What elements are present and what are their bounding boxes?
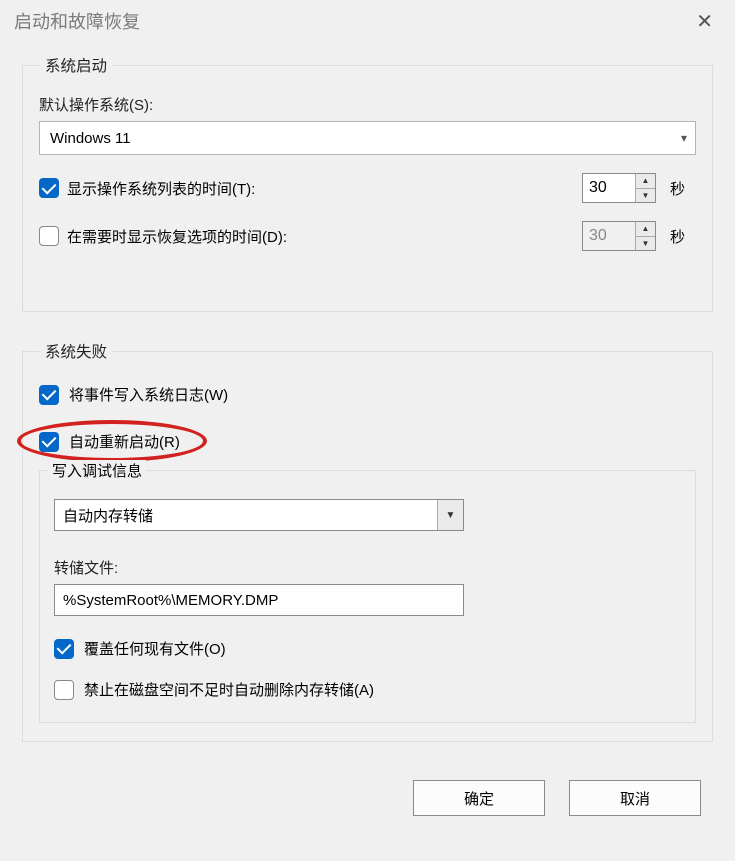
nodelete-checkbox[interactable] [54, 680, 74, 700]
system-failure-legend: 系统失败 [39, 340, 113, 362]
show-recovery-checkbox[interactable] [39, 226, 59, 246]
show-os-list-seconds-input[interactable] [583, 174, 635, 202]
show-recovery-label: 在需要时显示恢复选项的时间(D): [67, 226, 287, 247]
default-os-label: 默认操作系统(S): [39, 94, 696, 115]
dump-file-label: 转储文件: [54, 557, 681, 578]
auto-restart-checkbox[interactable] [39, 432, 59, 452]
chevron-down-icon: ▼ [437, 500, 463, 530]
spinner-up-icon: ▲ [636, 222, 655, 237]
close-icon[interactable]: ✕ [688, 5, 721, 38]
show-os-list-checkbox[interactable] [39, 178, 59, 198]
write-log-checkbox[interactable] [39, 385, 59, 405]
window-title: 启动和故障恢复 [14, 8, 140, 34]
default-os-value: Windows 11 [50, 130, 131, 147]
show-os-list-label: 显示操作系统列表的时间(T): [67, 178, 255, 199]
spinner-up-icon[interactable]: ▲ [636, 174, 655, 189]
chevron-down-icon: ▾ [681, 131, 687, 145]
show-recovery-seconds-input [583, 222, 635, 250]
overwrite-label: 覆盖任何现有文件(O) [84, 638, 226, 659]
system-startup-group: 系统启动 默认操作系统(S): Windows 11 ▾ 显示操作系统列表的时间… [22, 54, 713, 312]
dump-file-input[interactable]: %SystemRoot%\MEMORY.DMP [54, 584, 464, 616]
system-startup-legend: 系统启动 [39, 54, 113, 76]
titlebar: 启动和故障恢复 ✕ [0, 0, 735, 42]
show-os-list-seconds-spinner[interactable]: ▲ ▼ [582, 173, 656, 203]
overwrite-checkbox[interactable] [54, 639, 74, 659]
dump-file-value: %SystemRoot%\MEMORY.DMP [63, 592, 278, 609]
write-log-label: 将事件写入系统日志(W) [69, 384, 228, 405]
dump-type-value: 自动内存转储 [63, 505, 153, 526]
seconds-unit: 秒 [670, 178, 696, 199]
nodelete-label: 禁止在磁盘空间不足时自动删除内存转储(A) [84, 679, 374, 700]
ok-button[interactable]: 确定 [413, 780, 545, 816]
debug-info-subgroup: 写入调试信息 自动内存转储 ▼ 转储文件: %SystemRoot%\MEMOR… [39, 470, 696, 723]
cancel-button[interactable]: 取消 [569, 780, 701, 816]
default-os-select[interactable]: Windows 11 ▾ [39, 121, 696, 155]
spinner-down-icon[interactable]: ▼ [636, 189, 655, 203]
dump-type-select[interactable]: 自动内存转储 ▼ [54, 499, 464, 531]
system-failure-group: 系统失败 将事件写入系统日志(W) 自动重新启动(R) 写入调试信息 自动内存转… [22, 340, 713, 742]
spinner-down-icon: ▼ [636, 237, 655, 251]
auto-restart-label: 自动重新启动(R) [69, 431, 180, 452]
debug-info-legend: 写入调试信息 [48, 460, 146, 481]
seconds-unit: 秒 [670, 226, 696, 247]
show-recovery-seconds-spinner: ▲ ▼ [582, 221, 656, 251]
dialog-footer: 确定 取消 [0, 770, 735, 826]
